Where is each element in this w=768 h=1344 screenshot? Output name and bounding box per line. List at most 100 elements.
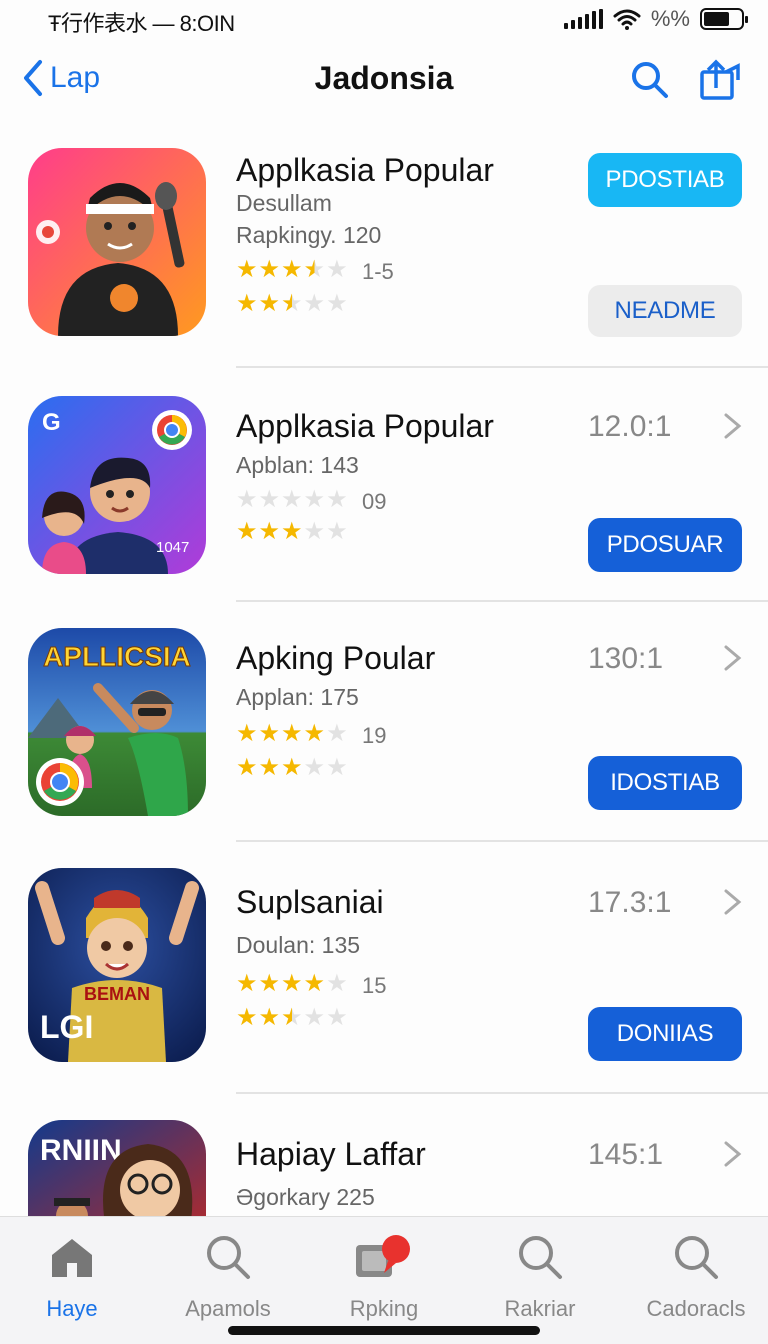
app-score: 145:1 — [588, 1138, 664, 1171]
star-icon: ★ — [326, 486, 348, 513]
star-icon: ★ — [258, 486, 281, 513]
app-score: 130:1 — [588, 642, 664, 675]
tab-label: Haye — [46, 1296, 98, 1321]
star-icon: ★ — [326, 720, 348, 747]
cartoon-family-icon: G 1047 — [28, 396, 206, 574]
star-icon: ★ — [303, 518, 326, 545]
chevron-right-icon[interactable] — [722, 1140, 744, 1168]
readme-button[interactable]: NEADME — [588, 285, 742, 337]
app-icon[interactable]: APLLICSIA — [28, 628, 206, 816]
star-icon: ★ — [258, 1004, 281, 1031]
search-icon[interactable] — [628, 58, 672, 102]
cartoon-girl-icon: BEMAN LGI — [28, 868, 206, 1062]
icon-title: RNIIN — [40, 1134, 122, 1167]
divider — [236, 840, 768, 842]
navigation-bar: Lap Jadonsia — [0, 48, 768, 112]
star-icon: ★ — [281, 720, 303, 747]
rating-stars: ★ ★ ★ ★ ★ — [236, 722, 348, 746]
app-subtitle: Applan: 175 — [236, 684, 359, 710]
get-button[interactable]: PDOSTIAB — [588, 153, 742, 207]
star-icon: ★ — [236, 290, 258, 317]
home-icon — [52, 1239, 92, 1277]
app-subtitle: Doulan: 135 — [236, 932, 361, 958]
app-subtitle: Desullam — [236, 190, 332, 216]
app-icon[interactable]: BEMAN LGI — [28, 868, 206, 1062]
rating-stars: ★ ★ ★ ★ ★ — [236, 258, 348, 282]
icon-badge: 1047 — [156, 539, 189, 556]
tab-home[interactable]: Haye — [0, 1233, 147, 1322]
icon-title: APLLICSIA — [43, 641, 191, 672]
star-icon: ★ — [258, 256, 281, 283]
star-icon: ★ — [303, 720, 326, 747]
star-icon: ★ — [281, 1004, 303, 1031]
search-icon — [519, 1236, 562, 1279]
app-icon[interactable]: G 1047 — [28, 396, 206, 574]
star-icon: ★ — [236, 970, 258, 997]
app-icon[interactable] — [28, 148, 206, 336]
rating-stars: ★ ★ ★ ★ ★ — [236, 488, 348, 512]
status-time: Ŧ行作表水 — 8:OIN — [48, 11, 235, 36]
rating-stars-secondary: ★ ★ ★ ★ ★ — [236, 1006, 348, 1030]
chevron-right-icon[interactable] — [722, 644, 744, 672]
star-icon: ★ — [303, 486, 326, 513]
rating-stars-secondary: ★ ★ ★ ★ ★ — [236, 292, 348, 316]
battery-icon — [700, 8, 748, 30]
battery-level — [704, 12, 730, 26]
star-icon: ★ — [236, 486, 258, 513]
star-icon: ★ — [281, 518, 303, 545]
rating-count: 1-5 — [362, 259, 394, 284]
share-icon[interactable] — [698, 58, 742, 102]
star-icon: ★ — [258, 290, 281, 317]
chevron-right-icon[interactable] — [722, 888, 744, 916]
chevron-right-icon[interactable] — [722, 412, 744, 440]
get-button[interactable]: PDOSUAR — [588, 518, 742, 572]
home-indicator — [228, 1326, 540, 1335]
rating-count: 15 — [362, 973, 387, 998]
app-subtitle: Əgorkary 225 — [236, 1184, 375, 1210]
app-ranking: Rapkingy. 120 — [236, 222, 382, 248]
rating-stars: ★ ★ ★ ★ ★ — [236, 972, 348, 996]
star-icon: ★ — [236, 518, 258, 545]
signal-icon — [563, 9, 603, 29]
app-score: 17.3:1 — [588, 886, 672, 919]
app-subtitle: Apblan: 143 — [236, 452, 359, 478]
app-name: Applkasia Popular — [236, 408, 494, 444]
star-icon: ★ — [236, 754, 258, 781]
tab-search-cadoracls[interactable]: Cadoracls — [621, 1233, 768, 1322]
star-icon: ★ — [236, 256, 258, 283]
rating-count: 19 — [362, 723, 387, 748]
ranking-icon — [356, 1235, 410, 1277]
divider — [236, 366, 768, 368]
icon-shirt-text: BEMAN — [84, 984, 150, 1004]
rating-count: 09 — [362, 489, 387, 514]
star-icon: ★ — [326, 290, 348, 317]
tab-search-rakriar[interactable]: Rakriar — [465, 1233, 615, 1322]
rating-stars-secondary: ★ ★ ★ ★ ★ — [236, 520, 348, 544]
icon-label: LGI — [40, 1009, 93, 1045]
app-name: Apking Poular — [236, 640, 436, 676]
star-icon: ★ — [258, 720, 281, 747]
star-icon: ★ — [281, 486, 303, 513]
divider — [236, 1092, 768, 1094]
status-bar: Ŧ行作表水 — 8:OIN %% — [0, 0, 768, 40]
get-button[interactable]: DONIIAS — [588, 1007, 742, 1061]
star-icon: ★ — [303, 256, 326, 283]
tab-search-apps[interactable]: Apamols — [153, 1233, 303, 1322]
tab-label: Apamols — [185, 1296, 271, 1321]
star-icon: ★ — [258, 970, 281, 997]
star-icon: ★ — [303, 754, 326, 781]
tab-bar: Haye Apamols Rpking Rakriar Cadoracls — [0, 1216, 768, 1344]
search-icon — [207, 1236, 250, 1279]
tab-label: Cadoracls — [646, 1296, 746, 1321]
star-icon: ★ — [303, 1004, 326, 1031]
cartoon-game-icon: APLLICSIA — [28, 628, 206, 816]
star-icon: ★ — [281, 754, 303, 781]
star-icon: ★ — [236, 1004, 258, 1031]
rating-stars-secondary: ★ ★ ★ ★ ★ — [236, 756, 348, 780]
cartoon-singer-icon — [28, 148, 206, 336]
status-indicators: %% — [563, 6, 748, 32]
tab-ranking[interactable]: Rpking — [309, 1233, 459, 1322]
get-button[interactable]: IDOSTIAB — [588, 756, 742, 810]
star-icon: ★ — [258, 518, 281, 545]
icon-letter: G — [42, 409, 61, 436]
